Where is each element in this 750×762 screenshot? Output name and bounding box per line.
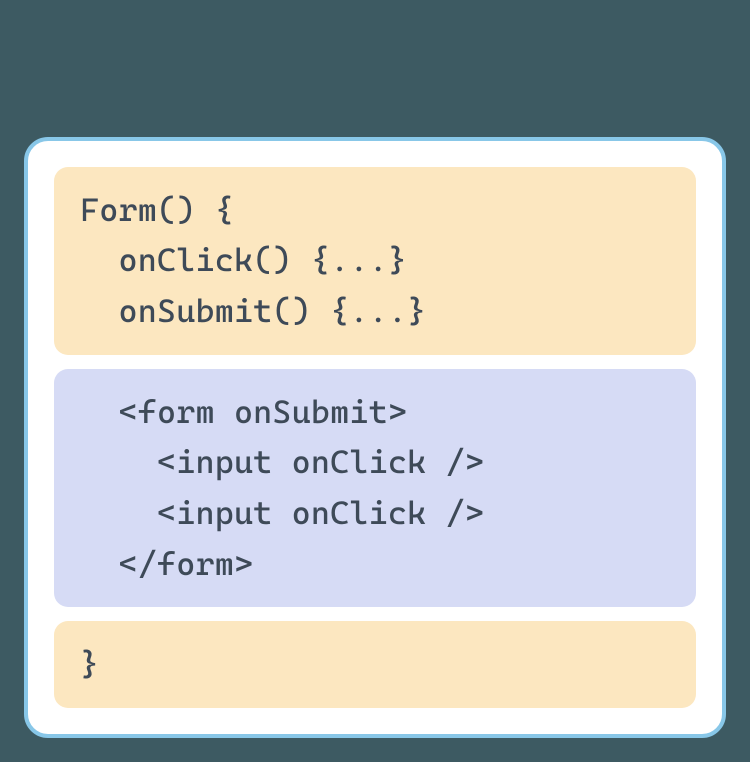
- code-block-component-footer: }: [54, 621, 696, 708]
- code-block-component-header: Form() { onClick() {...} onSubmit() {...…: [54, 167, 696, 355]
- code-card: Form() { onClick() {...} onSubmit() {...…: [24, 137, 726, 739]
- code-block-jsx: <form onSubmit> <input onClick /> <input…: [54, 369, 696, 608]
